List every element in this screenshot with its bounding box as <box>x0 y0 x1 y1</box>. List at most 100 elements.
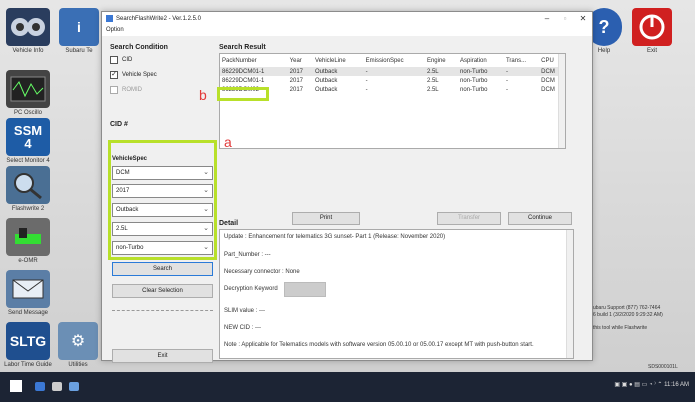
search-button[interactable]: Search <box>112 262 213 276</box>
table-cell: 2017 <box>289 86 304 93</box>
vehicle-info-icon <box>6 8 50 46</box>
menu-option[interactable]: Option <box>106 27 124 33</box>
help-line: this tool while Flashwrite <box>593 325 648 331</box>
clear-selection-button[interactable]: Clear Selection <box>112 284 213 298</box>
column-header[interactable]: Aspiration <box>458 54 504 67</box>
maximize-icon[interactable]: ▫ <box>558 14 572 23</box>
vehicle-info-label: Vehicle Info <box>12 48 44 54</box>
detail-decryption-label: Decryption Keyword <box>224 286 278 292</box>
windows-start-icon[interactable] <box>10 380 22 392</box>
cpu-select[interactable]: DCM ⌄ <box>112 166 213 180</box>
sltg-text: SLTG <box>9 333 47 349</box>
scrollbar[interactable] <box>558 54 565 148</box>
clock[interactable]: 11:16 AM <box>664 382 689 388</box>
aspiration-select[interactable]: non-Turbo ⌄ <box>112 241 213 255</box>
continue-button[interactable]: Continue <box>508 212 572 225</box>
transfer-button: Transfer <box>437 212 501 225</box>
serial-number: SDS000101L <box>648 364 678 370</box>
detail-update: Update : Enhancement for telematics 3G s… <box>224 234 446 240</box>
table-cell: Outback <box>312 67 364 76</box>
chevron-down-icon: ⌄ <box>203 206 209 213</box>
checkbox-box[interactable] <box>110 56 118 64</box>
labor-time-guide-shortcut[interactable]: SLTG Labor Time Guide <box>2 322 54 368</box>
exit-button[interactable]: Exit <box>112 349 213 363</box>
labor-time-guide-label: Labor Time Guide <box>4 362 52 368</box>
table-cell: 2017 <box>287 67 313 76</box>
subaru-te-shortcut[interactable]: i Subaru Te <box>56 8 102 54</box>
exit-shortcut[interactable]: Exit <box>628 8 676 54</box>
magnifier-icon <box>6 166 50 204</box>
minimize-icon[interactable]: – <box>540 14 554 23</box>
support-line-2: 6 build 1 (3/2/2020 9:29:32 AM) <box>593 312 663 318</box>
detail-slim: SLIM value : --- <box>224 308 266 314</box>
close-icon[interactable]: ✕ <box>576 14 590 23</box>
send-message-shortcut[interactable]: Send Message <box>2 270 54 316</box>
table-cell: non-Turbo <box>460 86 488 93</box>
column-header[interactable]: Engine <box>425 54 458 67</box>
highlight-box-b <box>217 87 269 101</box>
detail-new-cid: NEW CID : --- <box>224 325 261 331</box>
table-cell: non-Turbo <box>460 77 488 84</box>
vehicle-line-select-value: Outback <box>116 207 139 213</box>
utilities-shortcut[interactable]: ⚙ Utilities <box>56 322 100 368</box>
utilities-label: Utilities <box>68 362 88 368</box>
menu-bar: Option <box>102 25 592 36</box>
checkbox-box <box>110 86 118 94</box>
power-icon <box>632 8 672 46</box>
table-row[interactable]: 86229DCM02 2017 Outback - 2.5L non-Turbo… <box>220 85 565 94</box>
tray-icons[interactable]: ▣ ▣ ● ▤ ▭ ◔ ⁾ ⌃ <box>614 382 664 388</box>
table-row[interactable]: 86229DCM01-1 2017 Outback - 2.5L non-Tur… <box>220 76 565 85</box>
table-cell: 86229DCM01-1 <box>220 67 288 76</box>
vehicle-spec-checkbox[interactable]: ✓ Vehicle Spec <box>110 71 157 79</box>
flashwrite-label: Flashwrite 2 <box>11 206 45 212</box>
chevron-down-icon: ⌄ <box>203 244 209 251</box>
table-cell: - <box>505 86 508 93</box>
vehicle-line-select[interactable]: Outback ⌄ <box>112 203 213 217</box>
table-header-row: PackNumber Year VehicleLine EmissionSpec… <box>220 54 565 67</box>
help-label: Help <box>597 48 611 54</box>
column-header[interactable]: EmissionSpec <box>364 54 425 67</box>
ssm-number: 4 <box>24 136 32 151</box>
column-header[interactable]: VehicleLine <box>313 54 364 67</box>
taskbar-app-icon[interactable] <box>35 382 45 391</box>
oscilloscope-icon <box>6 70 50 108</box>
searchflashwrite-window: SearchFlashWrite2 - Ver.1.2.5.0 – ▫ ✕ Op… <box>101 11 593 363</box>
select-monitor-shortcut[interactable]: SSM 4 Select Monitor 4 <box>2 118 54 164</box>
print-button[interactable]: Print <box>292 212 360 225</box>
table-row[interactable]: 86229DCM01-1 2017 Outback - 2.5L non-Tur… <box>220 67 565 76</box>
chevron-down-icon: ⌄ <box>203 169 209 176</box>
taskbar-app-icon[interactable] <box>52 382 62 391</box>
romid-checkbox: ROMID <box>110 86 142 94</box>
engine-select[interactable]: 2.5L ⌄ <box>112 222 213 236</box>
search-condition-panel: Search Condition CID ✓ Vehicle Spec ROMI… <box>106 39 217 363</box>
cpu-select-value: DCM <box>116 170 130 176</box>
e-omr-shortcut[interactable]: e-OMR <box>2 218 54 264</box>
support-line-1: ubaru Support (877) 762-7464 <box>593 305 661 311</box>
column-header[interactable]: Year <box>288 54 313 67</box>
subaru-te-label: Subaru Te <box>65 48 93 54</box>
year-select[interactable]: 2017 ⌄ <box>112 184 213 198</box>
column-header[interactable]: Trans... <box>504 54 539 67</box>
sltg-icon: SLTG <box>6 322 50 360</box>
romid-checkbox-label: ROMID <box>122 87 142 93</box>
divider <box>112 310 213 311</box>
title-bar: SearchFlashWrite2 - Ver.1.2.5.0 – ▫ ✕ <box>102 12 592 25</box>
decryption-keyword-field[interactable] <box>284 282 326 297</box>
column-header[interactable]: PackNumber <box>220 54 288 67</box>
chevron-down-icon: ⌄ <box>203 225 209 232</box>
cid-label: CID # <box>110 121 128 128</box>
cid-checkbox[interactable]: CID <box>110 56 132 64</box>
tools-icon <box>6 218 50 256</box>
aspiration-select-value: non-Turbo <box>116 245 144 251</box>
select-monitor-label: Select Monitor 4 <box>6 158 50 164</box>
checkbox-checked-icon[interactable]: ✓ <box>110 71 118 79</box>
detail-note: Note : Applicable for Telematics models … <box>224 342 534 348</box>
scrollbar[interactable] <box>566 230 573 358</box>
pc-oscillo-label: PC Oscillo <box>13 110 42 116</box>
vehicle-info-shortcut[interactable]: Vehicle Info <box>2 8 54 54</box>
flashwrite-shortcut[interactable]: Flashwrite 2 <box>2 166 54 212</box>
taskbar-app-icon[interactable] <box>69 382 79 391</box>
pc-oscillo-shortcut[interactable]: PC Oscillo <box>2 70 54 116</box>
detail-panel: Update : Enhancement for telematics 3G s… <box>219 229 574 359</box>
table-cell: - <box>363 67 425 76</box>
